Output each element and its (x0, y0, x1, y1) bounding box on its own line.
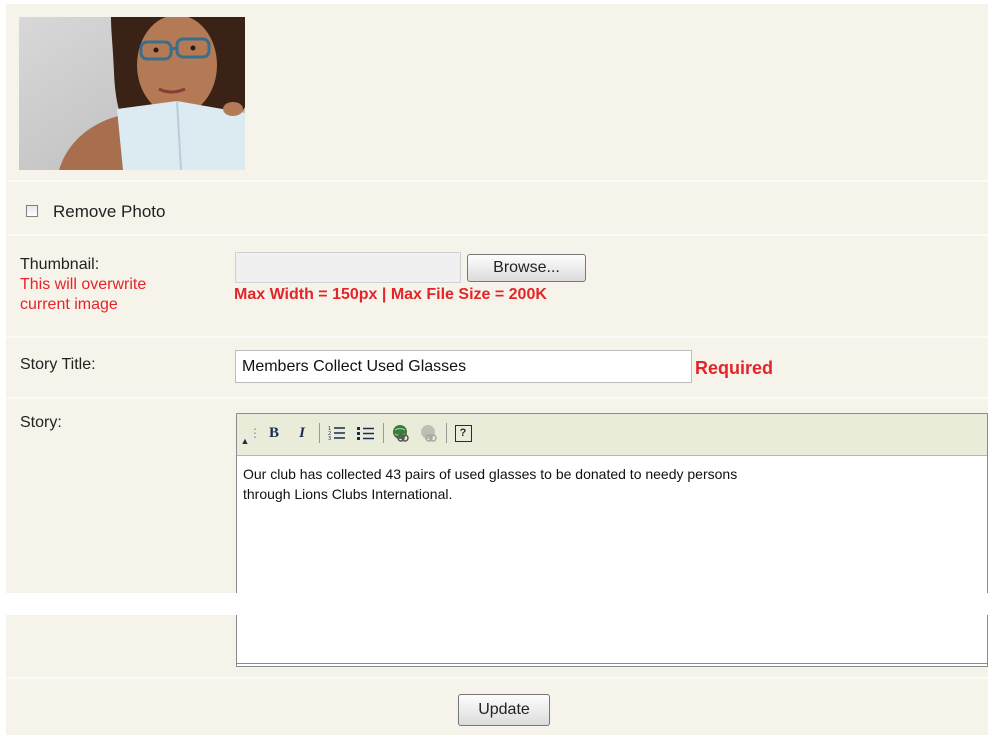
page-break-strip (0, 593, 988, 615)
story-title-input[interactable]: Members Collect Used Glasses (235, 350, 692, 383)
row-divider (6, 397, 988, 399)
help-glyph: ? (454, 424, 472, 442)
unordered-list-icon[interactable] (355, 422, 377, 444)
ordered-list-icon[interactable]: 123 (326, 422, 348, 444)
row-divider (6, 336, 988, 338)
remove-link-icon[interactable] (418, 422, 440, 444)
thumbnail-file-input[interactable] (235, 252, 461, 283)
help-icon[interactable]: ? (452, 422, 474, 444)
thumbnail-warning-line1: This will overwrite (20, 276, 147, 293)
insert-link-icon[interactable] (390, 422, 412, 444)
story-editor-lower[interactable] (236, 615, 988, 664)
bold-button[interactable]: B (263, 422, 285, 444)
row-divider (6, 234, 988, 236)
toolbar-separator (383, 423, 384, 443)
italic-button[interactable]: I (291, 422, 313, 444)
toolbar-grip-icon: ⋮ (249, 426, 261, 440)
story-editor-content[interactable]: Our club has collected 43 pairs of used … (243, 464, 943, 504)
story-title-label: Story Title: (20, 356, 96, 373)
thumbnail-label: Thumbnail: (20, 256, 100, 273)
remove-photo-checkbox[interactable] (26, 205, 38, 217)
required-indicator: Required (695, 358, 774, 378)
row-divider (6, 677, 988, 679)
toolbar-separator (446, 423, 447, 443)
row-divider (6, 180, 988, 182)
thumbnail-limits: Max Width = 150px | Max File Size = 200K (234, 286, 547, 303)
svg-text:3: 3 (328, 436, 331, 441)
editor-toolbar: ▲ ⋮ B I 123 ? (237, 414, 987, 456)
story-label: Story: (20, 414, 62, 431)
story-photo (19, 17, 245, 170)
story-text-line: Our club has collected 43 pairs of used … (243, 466, 738, 482)
remove-photo-label: Remove Photo (53, 202, 166, 221)
thumbnail-warning-line2: current image (20, 296, 118, 313)
toolbar-separator (319, 423, 320, 443)
story-text-line: through Lions Clubs International. (243, 486, 453, 502)
update-button[interactable]: Update (458, 694, 550, 726)
browse-button[interactable]: Browse... (467, 254, 586, 282)
